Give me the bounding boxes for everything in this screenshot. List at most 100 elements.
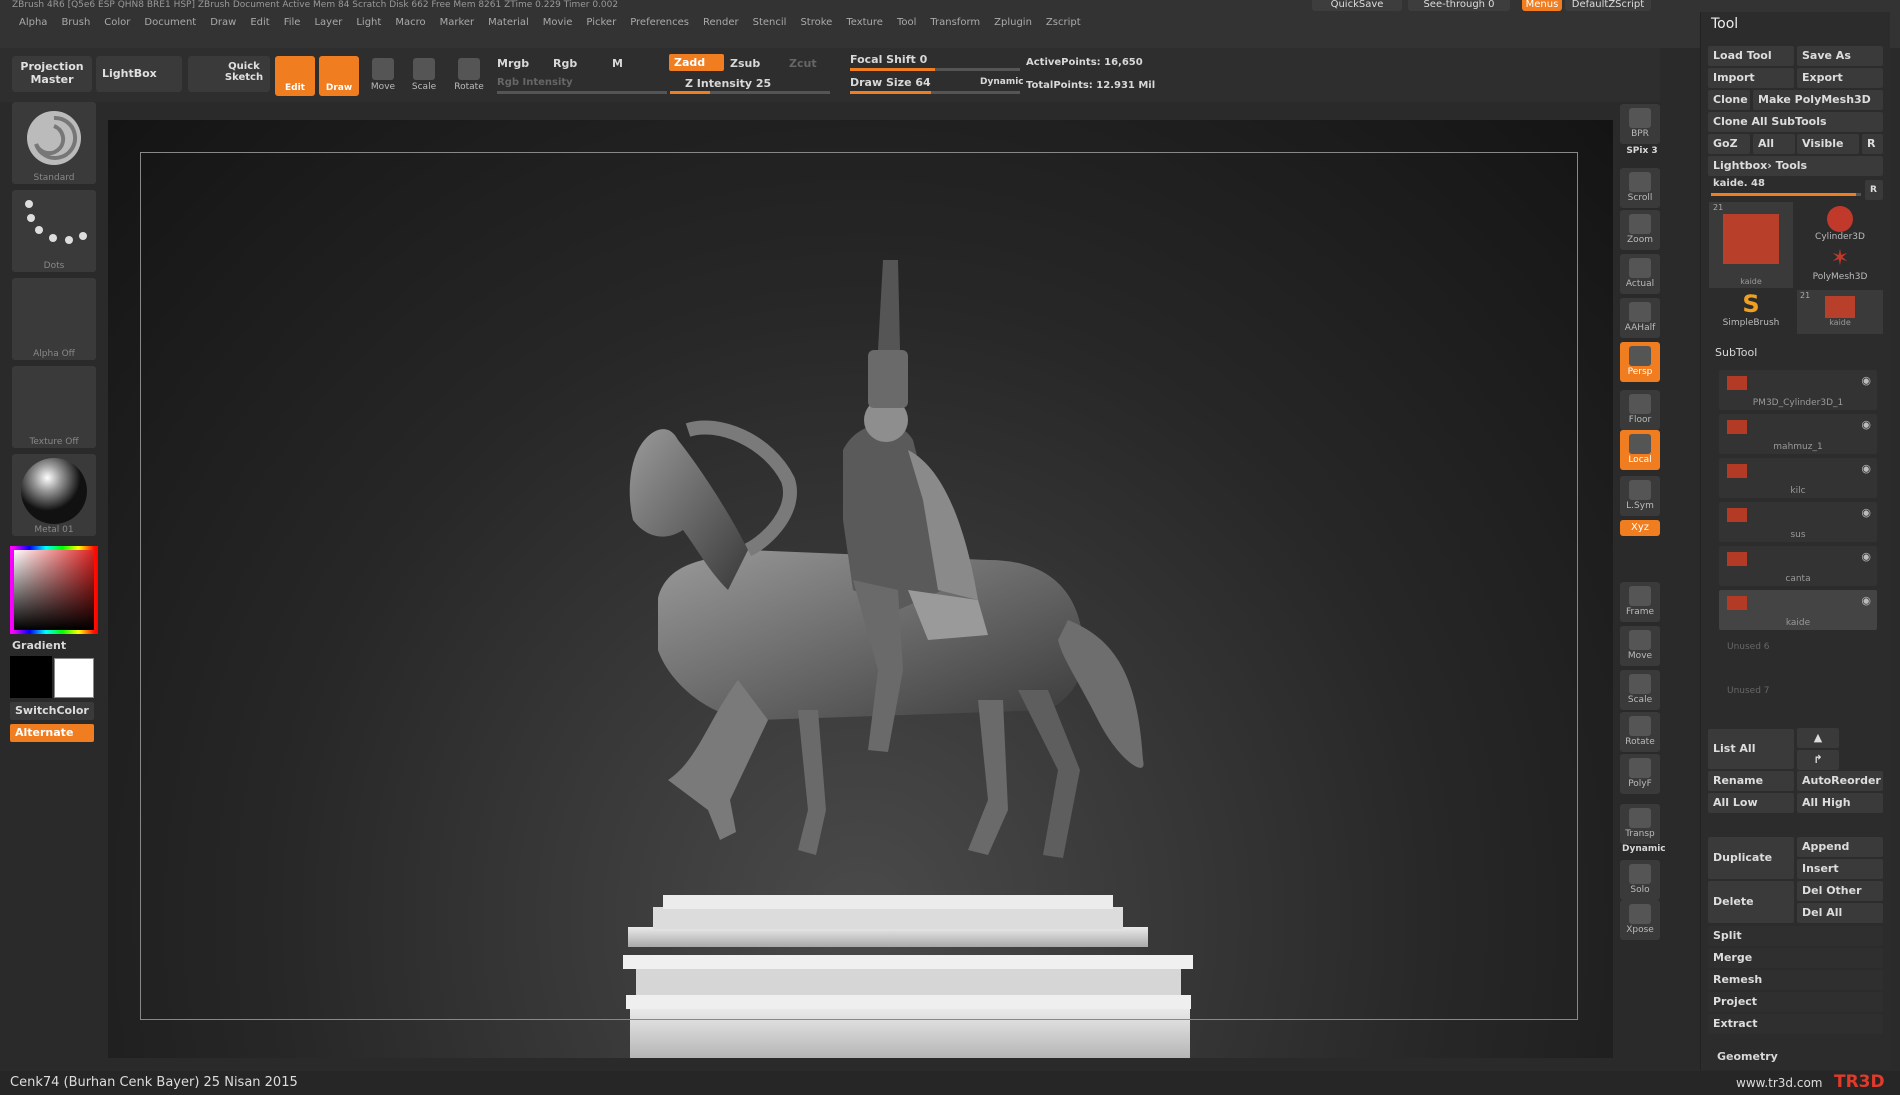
lsym-button[interactable]: L.Sym xyxy=(1620,476,1660,516)
bpr-button[interactable]: BPR xyxy=(1620,104,1660,144)
save-as-button[interactable]: Save As xyxy=(1797,46,1883,66)
goz-r-button[interactable]: R xyxy=(1862,134,1883,154)
menu-file[interactable]: File xyxy=(277,17,308,28)
subtool-item[interactable]: ◉ canta xyxy=(1719,546,1877,586)
autoreorder-button[interactable]: AutoReorder xyxy=(1797,771,1883,791)
split-menu[interactable]: Split xyxy=(1708,926,1883,946)
tool-simplebrush-thumb[interactable]: S SimpleBrush xyxy=(1709,290,1793,334)
menu-picker[interactable]: Picker xyxy=(579,17,623,28)
menu-brush[interactable]: Brush xyxy=(54,17,97,28)
duplicate-button[interactable]: Duplicate xyxy=(1708,837,1794,879)
menu-tool[interactable]: Tool xyxy=(890,17,923,28)
dynamic-button[interactable]: Dynamic xyxy=(1622,844,1666,854)
rgb-intensity-slider[interactable]: Rgb Intensity xyxy=(497,77,573,88)
rgb-intensity-track[interactable] xyxy=(497,91,667,94)
menu-alpha[interactable]: Alpha xyxy=(12,17,54,28)
rotate-button[interactable]: Rotate xyxy=(450,56,488,96)
alternate-button[interactable]: Alternate xyxy=(10,724,94,742)
scale-button[interactable]: Scale xyxy=(405,56,443,96)
tool-kaide-thumb[interactable]: 21 kaide xyxy=(1709,202,1793,288)
move-down-button[interactable]: ↱ xyxy=(1797,750,1839,770)
quick-sketch-button[interactable]: Quick Sketch xyxy=(188,56,270,92)
subtool-item[interactable]: ◉ kaide xyxy=(1719,590,1877,630)
projection-master-button[interactable]: Projection Master xyxy=(12,56,92,92)
local-button[interactable]: Local xyxy=(1620,430,1660,470)
rotate-button[interactable]: Rotate xyxy=(1620,712,1660,752)
menu-zscript[interactable]: Zscript xyxy=(1039,17,1088,28)
menu-marker[interactable]: Marker xyxy=(433,17,482,28)
edit-button[interactable]: Edit xyxy=(275,56,315,96)
menu-preferences[interactable]: Preferences xyxy=(623,17,696,28)
list-all-button[interactable]: List All xyxy=(1708,729,1794,769)
focal-shift-slider[interactable]: Focal Shift 0 xyxy=(850,53,927,66)
menu-stencil[interactable]: Stencil xyxy=(746,17,794,28)
aahalf-button[interactable]: AAHalf xyxy=(1620,298,1660,338)
eye-icon[interactable]: ◉ xyxy=(1861,550,1871,563)
append-button[interactable]: Append xyxy=(1797,837,1883,857)
menus-toggle[interactable]: Menus xyxy=(1522,0,1562,11)
subtool-item[interactable]: ◉ kilc xyxy=(1719,458,1877,498)
persp-button[interactable]: Persp xyxy=(1620,342,1660,382)
delete-button[interactable]: Delete xyxy=(1708,881,1794,923)
lightbox-tools-button[interactable]: Lightbox› Tools xyxy=(1708,156,1883,176)
zoom-button[interactable]: Zoom xyxy=(1620,210,1660,250)
menu-texture[interactable]: Texture xyxy=(839,17,890,28)
lightbox-button[interactable]: LightBox xyxy=(96,56,182,92)
menu-stroke[interactable]: Stroke xyxy=(793,17,839,28)
zcut-button[interactable]: Zcut xyxy=(789,57,817,70)
menu-movie[interactable]: Movie xyxy=(536,17,580,28)
tool-r-button[interactable]: R xyxy=(1865,180,1883,200)
scroll-button[interactable]: Scroll xyxy=(1620,168,1660,208)
subtool-header[interactable]: SubTool xyxy=(1715,346,1757,359)
move-up-button[interactable]: ▲ xyxy=(1797,728,1839,748)
eye-icon[interactable]: ◉ xyxy=(1861,462,1871,475)
brush-thumbnail[interactable]: Standard xyxy=(12,102,96,184)
menu-transform[interactable]: Transform xyxy=(923,17,987,28)
menu-edit[interactable]: Edit xyxy=(243,17,276,28)
alpha-thumbnail[interactable]: Alpha Off xyxy=(12,278,96,360)
menu-zplugin[interactable]: Zplugin xyxy=(987,17,1039,28)
rgb-button[interactable]: Rgb xyxy=(553,57,577,70)
rename-button[interactable]: Rename xyxy=(1708,771,1794,791)
solo-button[interactable]: Solo xyxy=(1620,860,1660,900)
del-other-button[interactable]: Del Other xyxy=(1797,881,1883,901)
draw-button[interactable]: Draw xyxy=(319,56,359,96)
goz-all-button[interactable]: All xyxy=(1753,134,1795,154)
switchcolor-button[interactable]: SwitchColor xyxy=(10,702,94,720)
quicksave-button[interactable]: QuickSave xyxy=(1312,0,1402,11)
load-tool-button[interactable]: Load Tool xyxy=(1708,46,1794,66)
eye-icon[interactable]: ◉ xyxy=(1861,418,1871,431)
draw-size-slider[interactable]: Draw Size 64 xyxy=(850,76,931,89)
all-low-button[interactable]: All Low xyxy=(1708,793,1794,813)
subtool-item[interactable]: ◉ mahmuz_1 xyxy=(1719,414,1877,454)
subtool-item[interactable]: ◉ PM3D_Cylinder3D_1 xyxy=(1719,370,1877,410)
stroke-thumbnail[interactable]: Dots xyxy=(12,190,96,272)
frame-button[interactable]: Frame xyxy=(1620,582,1660,622)
floor-button[interactable]: Floor xyxy=(1620,390,1660,430)
menu-color[interactable]: Color xyxy=(97,17,137,28)
menu-draw[interactable]: Draw xyxy=(203,17,243,28)
z-intensity-slider[interactable]: Z Intensity 25 xyxy=(685,77,771,90)
clone-all-subtools-button[interactable]: Clone All SubTools xyxy=(1708,112,1883,132)
xpose-button[interactable]: Xpose xyxy=(1620,900,1660,940)
actual-button[interactable]: Actual xyxy=(1620,254,1660,294)
menu-document[interactable]: Document xyxy=(137,17,203,28)
xyz-button[interactable]: Xyz xyxy=(1620,520,1660,536)
transp-button[interactable]: Transp xyxy=(1620,804,1660,844)
clone-button[interactable]: Clone xyxy=(1708,90,1750,110)
move-button[interactable]: Move xyxy=(364,56,402,96)
move-button[interactable]: Move xyxy=(1620,626,1660,666)
goz-button[interactable]: GoZ xyxy=(1708,134,1750,154)
remesh-menu[interactable]: Remesh xyxy=(1708,970,1883,990)
tool-polymesh-thumb[interactable]: ✶ PolyMesh3D xyxy=(1797,246,1883,288)
focal-shift-track[interactable] xyxy=(850,68,1020,71)
project-menu[interactable]: Project xyxy=(1708,992,1883,1012)
polyf-button[interactable]: PolyF xyxy=(1620,754,1660,794)
geometry-header[interactable]: Geometry xyxy=(1717,1050,1778,1063)
m-button[interactable]: M xyxy=(612,57,623,70)
subtool-item[interactable]: ◉ sus xyxy=(1719,502,1877,542)
current-tool-slider[interactable]: kaide. 48 xyxy=(1713,178,1765,189)
z-intensity-track[interactable] xyxy=(670,91,830,94)
eye-icon[interactable]: ◉ xyxy=(1861,594,1871,607)
goz-visible-button[interactable]: Visible xyxy=(1797,134,1859,154)
